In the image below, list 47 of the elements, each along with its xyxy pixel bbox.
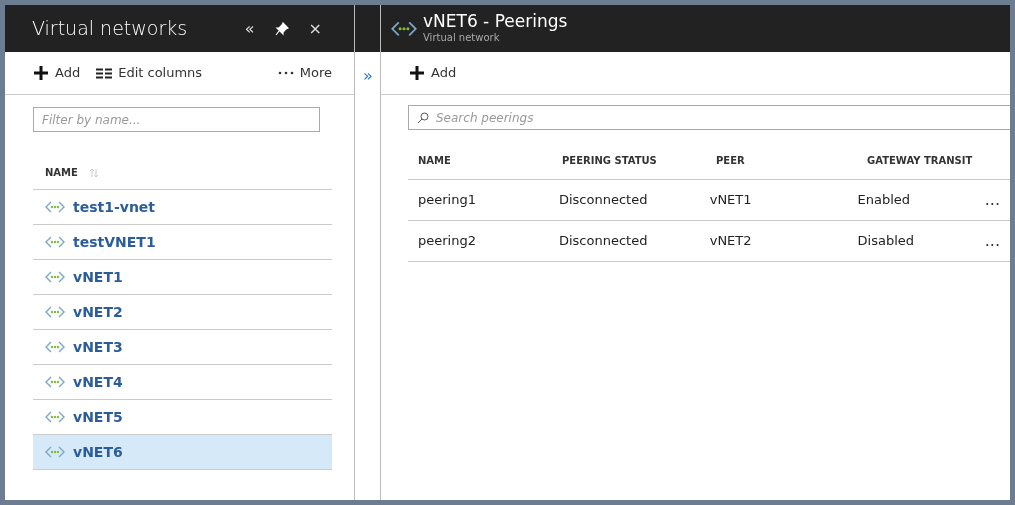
table-cell-text: vNET1: [708, 191, 753, 210]
network-icon: [45, 341, 65, 353]
column-header[interactable]: GATEWAY TRANSIT: [862, 153, 997, 168]
blade-title: Virtual networks: [32, 16, 188, 42]
add-button[interactable]: Add: [409, 63, 457, 83]
table-cell-text: Disconnected: [557, 232, 649, 251]
network-list-item[interactable]: vNET6: [33, 435, 332, 470]
network-list-item[interactable]: vNET4: [33, 365, 332, 400]
add-button[interactable]: Add: [33, 63, 81, 83]
plus-icon: [33, 65, 49, 81]
row-menu-button[interactable]: ...: [984, 233, 1010, 249]
edit-columns-button[interactable]: Edit columns: [96, 63, 203, 83]
network-list-item[interactable]: vNET1: [33, 260, 332, 295]
table-cell-text: peering1: [417, 191, 477, 210]
table-cell-text: Disabled: [856, 232, 916, 251]
network-icon: [45, 271, 65, 283]
network-icon: [45, 376, 65, 388]
search-field[interactable]: Search peerings: [408, 105, 1010, 130]
filter-field[interactable]: Filter by name...: [33, 107, 320, 132]
network-icon: [45, 201, 65, 213]
network-icon: [45, 306, 65, 318]
table-cell-text: vNET2: [708, 232, 753, 251]
columns-icon: [96, 67, 113, 79]
table-cell-text: Disconnected: [557, 191, 649, 210]
column-header[interactable]: PEER: [712, 153, 862, 168]
column-header[interactable]: NAME: [33, 165, 90, 180]
network-icon: [45, 411, 65, 423]
table-cell-text: peering2: [417, 232, 477, 251]
network-icon: [45, 446, 65, 458]
row-menu-button[interactable]: ...: [984, 192, 1010, 208]
more-icon: [277, 71, 294, 75]
close-button[interactable]: ×: [298, 20, 332, 37]
network-icon: [45, 236, 65, 248]
network-list-item[interactable]: testVNET1: [33, 225, 332, 260]
blade-title: vNET6 - Peerings: [423, 11, 568, 31]
network-list-item[interactable]: vNET2: [33, 295, 332, 330]
more-button[interactable]: More: [277, 63, 332, 83]
collapse-button[interactable]: «: [234, 20, 265, 37]
table-cell-text: Enabled: [856, 191, 912, 210]
column-header[interactable]: NAME: [408, 153, 560, 168]
column-header[interactable]: PEERING STATUS: [560, 153, 712, 168]
network-list-item[interactable]: test1-vnet: [33, 190, 332, 225]
network-list-item[interactable]: vNET3: [33, 330, 332, 365]
expand-button[interactable]: »: [355, 68, 380, 84]
network-icon: [391, 21, 417, 38]
blade-subtitle: Virtual network: [423, 31, 501, 46]
plus-icon: [409, 65, 425, 81]
